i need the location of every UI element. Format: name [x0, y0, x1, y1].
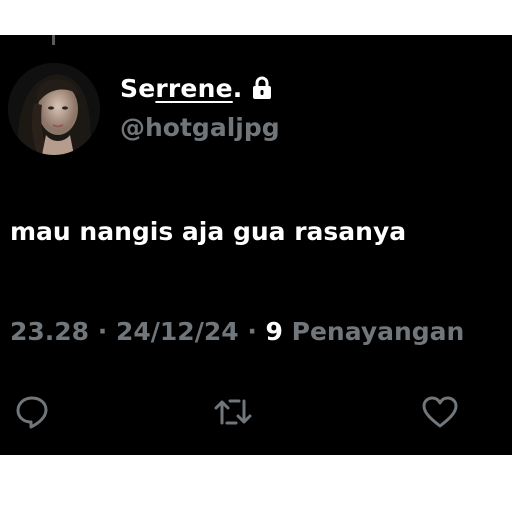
display-name-row[interactable]: Serrene. [120, 71, 272, 105]
views-label: Penayangan [282, 317, 465, 346]
tweet-card[interactable]: Serrene. @hotgaljpg mau nangis aja gua r… [0, 35, 512, 455]
lock-icon [252, 76, 272, 100]
display-name-period: . [232, 73, 243, 103]
screenshot-canvas: Serrene. @hotgaljpg mau nangis aja gua r… [0, 0, 512, 512]
tweet-time[interactable]: 23.28 [10, 317, 89, 346]
like-button[interactable] [418, 390, 462, 434]
display-name-rest: rrene [155, 73, 233, 103]
meta-separator: · [89, 317, 116, 346]
meta-separator: · [238, 317, 266, 346]
display-name[interactable]: Serrene. [120, 74, 242, 103]
thread-connector-line [52, 35, 55, 45]
tweet-text: mau nangis aja gua rasanya [10, 217, 407, 246]
retweet-icon [214, 399, 252, 425]
display-name-initial: Se [120, 73, 156, 103]
action-bar [0, 390, 512, 434]
heart-icon [422, 396, 458, 428]
reply-icon [16, 396, 48, 429]
user-handle[interactable]: @hotgaljpg [120, 113, 280, 142]
retweet-button[interactable] [211, 390, 255, 434]
views-count: 9 [265, 317, 283, 346]
reply-button[interactable] [10, 390, 54, 434]
tweet-date[interactable]: 24/12/24 [116, 317, 239, 346]
avatar[interactable] [8, 63, 100, 155]
tweet-meta: 23.28 · 24/12/24 · 9 Penayangan [10, 317, 464, 346]
avatar-photo [8, 63, 100, 155]
